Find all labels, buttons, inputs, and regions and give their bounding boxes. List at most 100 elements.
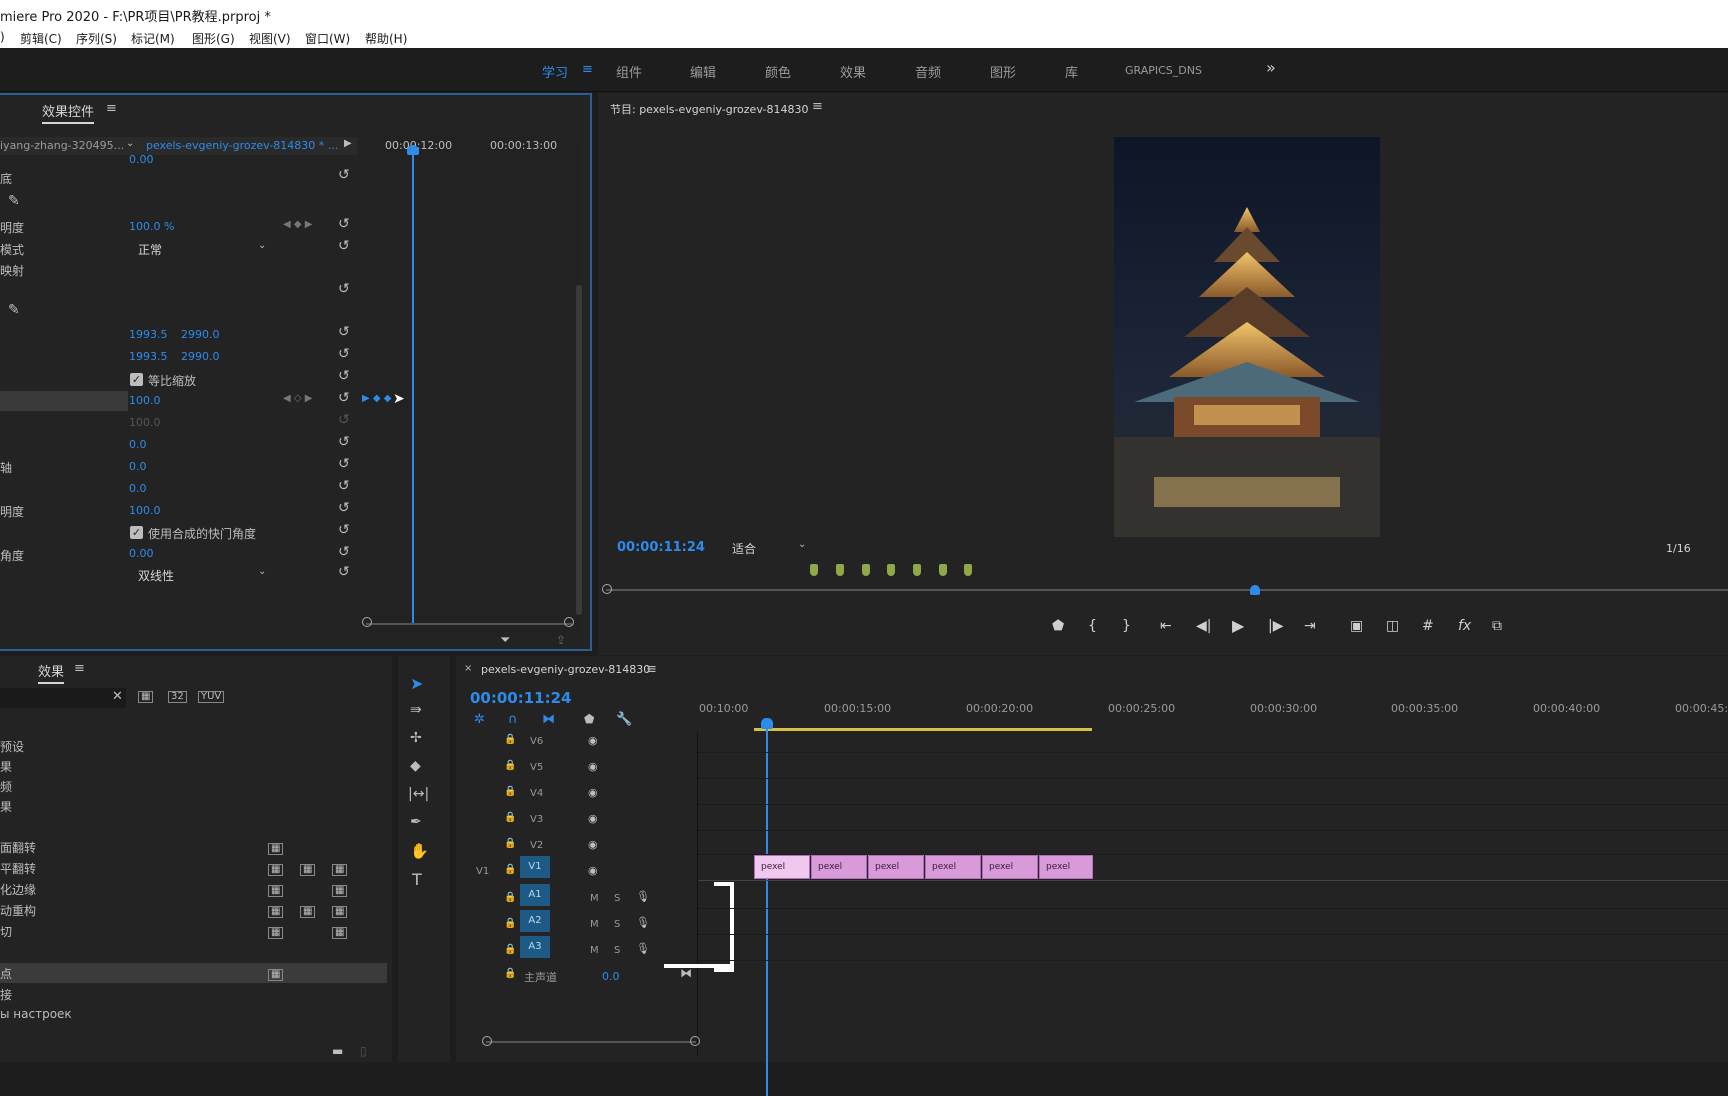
filter-icon[interactable]: ⏷ [500, 633, 510, 648]
lock-icon[interactable]: 🔒 [504, 918, 516, 929]
selection-tool-icon[interactable]: ➤ [410, 674, 423, 693]
export-frame-button[interactable]: ▣ [1350, 618, 1363, 634]
lock-icon[interactable]: 🔒 [504, 892, 516, 903]
yuv-filter-icon[interactable]: YUV [198, 691, 225, 703]
reset-icon[interactable]: ↺ [338, 390, 350, 406]
menu-clip[interactable]: 剪辑(C) [20, 30, 62, 47]
ec-zoom-handle-left[interactable] [362, 617, 372, 627]
reset-icon[interactable]: ↺ [338, 216, 350, 232]
vr-video-button[interactable]: ⧉ [1492, 618, 1502, 634]
pen-icon[interactable]: ✎ [8, 302, 20, 318]
menu-window[interactable]: 窗口(W) [305, 30, 350, 47]
workspace-tab-libraries[interactable]: 库 [1065, 62, 1078, 81]
mic-icon[interactable]: 🎙 [636, 890, 650, 903]
track-label-v5[interactable]: V5 [530, 762, 543, 773]
workspace-tab-editing[interactable]: 编辑 [690, 62, 716, 81]
panel-menu-icon[interactable]: ≡ [646, 662, 657, 677]
close-icon[interactable]: × [464, 663, 472, 674]
marker[interactable] [862, 564, 870, 576]
effects-item[interactable]: 频 [0, 778, 12, 795]
effects-search-input[interactable] [0, 688, 126, 708]
effects-item[interactable]: 预设 [0, 738, 24, 755]
eye-icon[interactable]: ◉ [588, 838, 598, 851]
chevron-down-icon[interactable]: ⌄ [798, 539, 806, 550]
safe-margins-button[interactable]: # [1422, 618, 1434, 634]
track-label-v6[interactable]: V6 [530, 736, 543, 747]
fit-dropdown[interactable]: 适合 [732, 540, 756, 557]
effects-item[interactable]: 切 [0, 923, 12, 940]
menu-graphics[interactable]: 图形(G) [192, 30, 235, 47]
mark-out-button[interactable]: } [1122, 618, 1131, 634]
snap-icon[interactable]: ∩ [508, 712, 518, 727]
marker[interactable] [810, 564, 818, 576]
workspace-tab-graphics[interactable]: 图形 [990, 62, 1016, 81]
ec-scrollbar[interactable] [576, 285, 582, 615]
nest-icon[interactable]: ✲ [474, 712, 485, 727]
timeline-zoom-handle-right[interactable] [690, 1036, 700, 1046]
program-timecode[interactable]: 00:00:11:24 [617, 540, 705, 555]
ec-scale-value[interactable]: 100.0 [129, 394, 161, 407]
timeline-clip[interactable]: pexel [1039, 855, 1093, 879]
reset-icon[interactable]: ↺ [338, 281, 350, 297]
timeline-clip[interactable]: pexel [811, 855, 867, 879]
uniform-scale-checkbox[interactable]: ✓ [130, 373, 143, 386]
program-scrubber-start[interactable] [602, 584, 612, 594]
close-icon[interactable]: ✕ [112, 689, 123, 704]
reset-icon[interactable]: ↺ [338, 346, 350, 362]
effects-item[interactable]: ы настроек [0, 1007, 72, 1021]
ec-zoom-scrollbar[interactable] [366, 623, 572, 625]
eye-icon[interactable]: ◉ [588, 734, 598, 747]
panel-menu-icon[interactable]: ≡ [74, 661, 85, 676]
ec-anchor-value[interactable]: 0.0 [129, 460, 147, 473]
eye-icon[interactable]: ◉ [588, 864, 598, 877]
lock-icon[interactable]: 🔒 [504, 864, 516, 875]
source-clip-name[interactable]: iyang-zhang-320495... [0, 139, 124, 152]
effects-item[interactable]: 接 [0, 986, 12, 1003]
effects-item[interactable]: 化边缘 [0, 881, 36, 898]
master-expand-icon[interactable]: ⧓ [680, 966, 692, 980]
effects-item[interactable]: 平翻转 [0, 860, 36, 877]
effects-title[interactable]: 效果 [38, 661, 65, 684]
hand-tool-icon[interactable]: ✋ [410, 842, 429, 860]
solo-button[interactable]: S [614, 919, 620, 930]
workspace-tab-effects[interactable]: 效果 [840, 62, 866, 81]
track-label-v2[interactable]: V2 [530, 840, 543, 851]
pen-tool-icon[interactable]: ✒ [410, 814, 422, 830]
ec-zoom-handle-right[interactable] [564, 617, 574, 627]
marker[interactable] [913, 564, 921, 576]
add-marker-icon[interactable]: ⬟ [584, 712, 594, 726]
reset-icon[interactable]: ↺ [338, 324, 350, 340]
panel-menu-icon[interactable]: ≡ [812, 99, 823, 114]
type-tool-icon[interactable]: T [412, 870, 422, 889]
mark-in-button[interactable]: { [1088, 618, 1097, 634]
timeline-zoom-bar[interactable] [486, 1041, 696, 1043]
eye-icon[interactable]: ◉ [588, 760, 598, 773]
go-to-in-button[interactable]: ⇤ [1160, 618, 1172, 634]
program-title[interactable]: 节目: pexels-evgeniy-grozev-814830 [610, 101, 809, 117]
lock-icon[interactable]: 🔒 [504, 734, 516, 745]
lock-icon[interactable]: 🔒 [504, 812, 516, 823]
effects-item[interactable]: 果 [0, 798, 12, 815]
reset-icon[interactable]: ↺ [338, 434, 350, 450]
ec-row-0-value[interactable]: 0.00 [129, 153, 154, 166]
workspace-menu-icon[interactable]: ≡ [582, 62, 593, 77]
ec-anchor-y[interactable]: 2990.0 [181, 350, 220, 363]
track-target-v1[interactable]: V1 [520, 856, 550, 878]
ec-rotation-value[interactable]: 0.0 [129, 438, 147, 451]
effects-item[interactable]: 动重构 [0, 902, 36, 919]
ec-position-x[interactable]: 1993.5 [129, 328, 168, 341]
menu-sequence[interactable]: 序列(S) [76, 30, 117, 47]
ec-shutter-value[interactable]: 0.00 [129, 547, 154, 560]
reset-icon[interactable]: ↺ [338, 500, 350, 516]
program-scrubber[interactable] [606, 589, 1728, 591]
video-frame[interactable] [1114, 137, 1380, 537]
reset-icon[interactable]: ↺ [338, 564, 350, 580]
effect-controls-title[interactable]: 效果控件 [42, 101, 95, 124]
chevron-down-icon[interactable]: ⌄ [126, 138, 134, 149]
go-to-out-button[interactable]: ⇥ [1304, 618, 1316, 634]
menu-help[interactable]: 帮助(H) [365, 30, 407, 47]
effects-item[interactable]: 面翻转 [0, 839, 36, 856]
reset-icon[interactable]: ↺ [338, 368, 350, 384]
blend-mode-dropdown[interactable]: 正常 [138, 241, 162, 258]
source-patch-v1[interactable]: V1 [476, 866, 489, 877]
